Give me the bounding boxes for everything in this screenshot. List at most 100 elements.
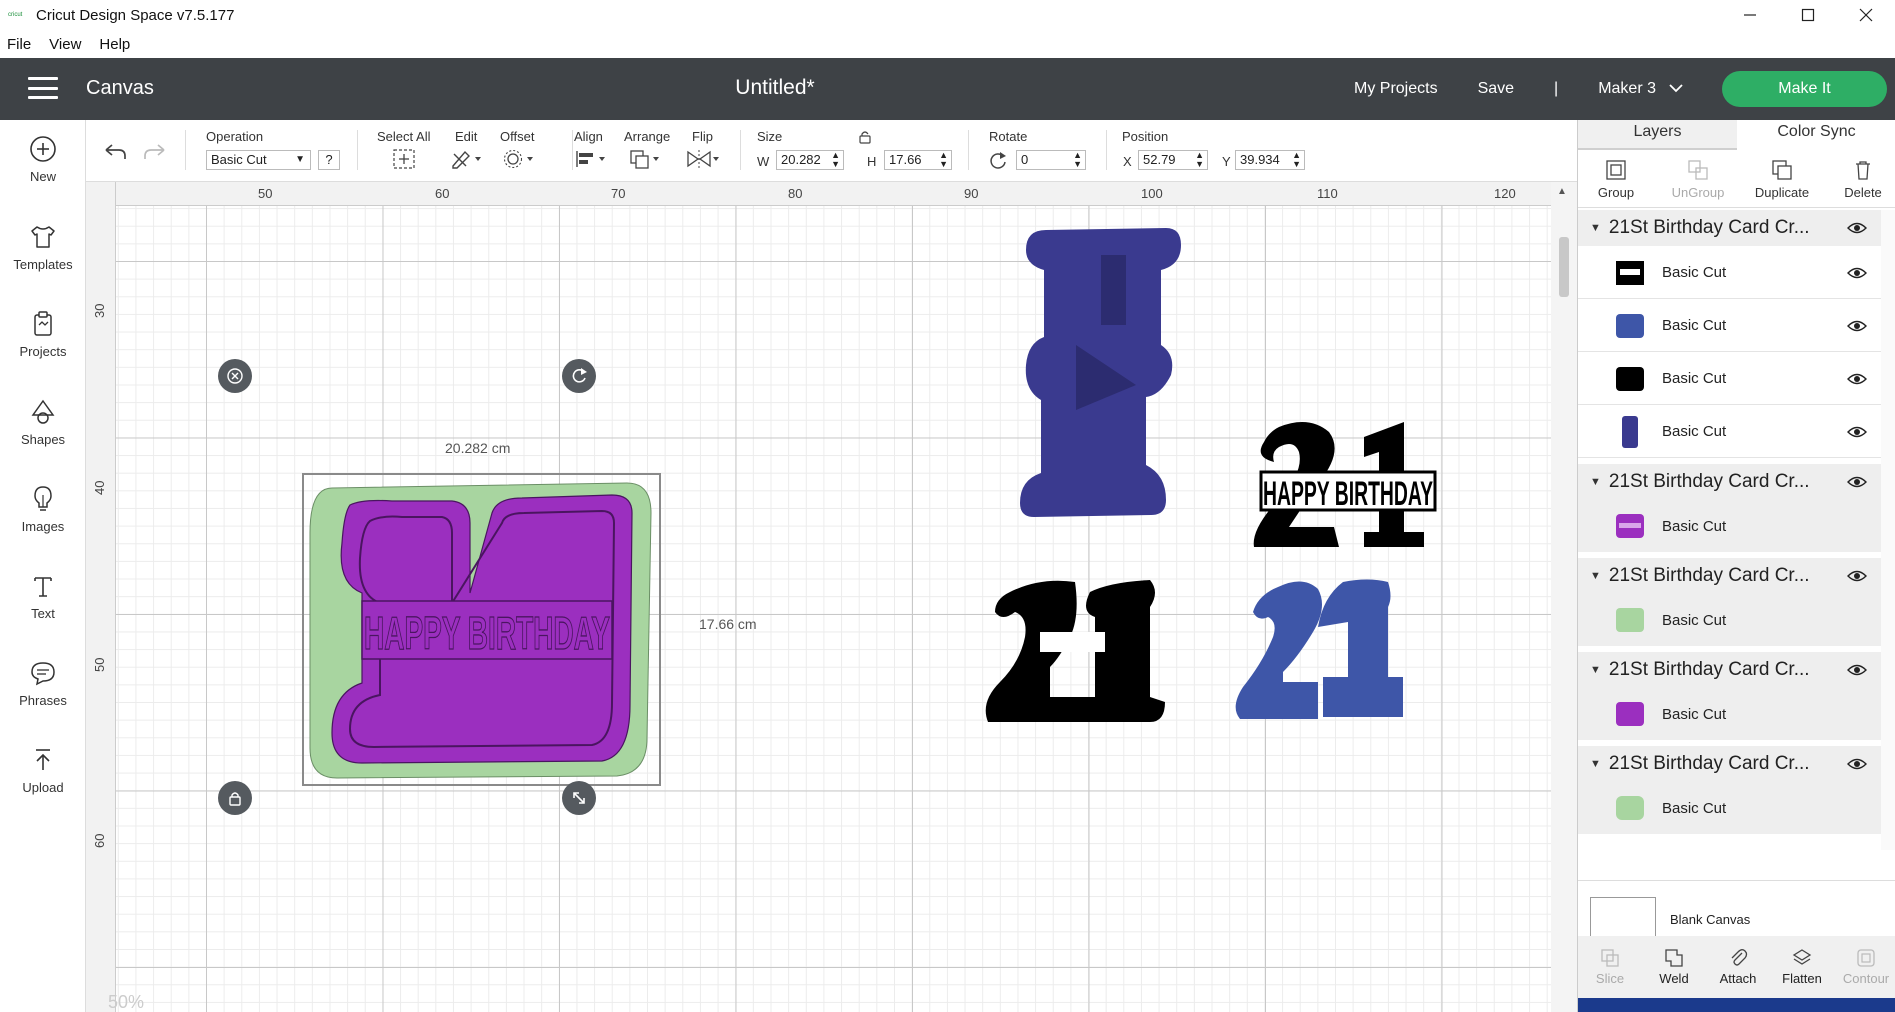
flatten-button[interactable]: Flatten	[1770, 936, 1834, 998]
zoom-level[interactable]: 50%	[108, 992, 144, 1012]
my-projects-link[interactable]: My Projects	[1354, 80, 1438, 98]
layer-group[interactable]: ▼ 21St Birthday Card Cr...	[1578, 210, 1881, 246]
caret-down-icon[interactable]: ▼	[1590, 664, 1601, 676]
eye-icon[interactable]	[1847, 757, 1867, 771]
black-21-layer[interactable]	[980, 577, 1180, 747]
arrange-icon[interactable]	[628, 148, 662, 170]
caret-down-icon[interactable]: ▼	[1590, 570, 1601, 582]
sidebar-item-templates[interactable]: Templates	[0, 222, 86, 302]
tab-layers[interactable]: Layers	[1578, 120, 1737, 150]
stepper-icon[interactable]: ▲ ▼	[831, 151, 840, 169]
menu-view[interactable]: View	[49, 36, 81, 53]
eye-icon[interactable]	[1847, 319, 1867, 333]
ungroup-button[interactable]: UnGroup	[1658, 150, 1738, 208]
eye-icon[interactable]	[1847, 475, 1867, 489]
black-happy-birthday-layer[interactable]: HAPPY BIRTHDAY	[1249, 417, 1449, 567]
stepper-icon[interactable]: ▲ ▼	[1073, 151, 1082, 169]
layer-group[interactable]: ▼ 21St Birthday Card Cr...	[1578, 464, 1881, 500]
sidebar-item-text[interactable]: Text	[0, 571, 86, 651]
layer-item[interactable]: Basic Cut	[1578, 782, 1881, 834]
eye-icon[interactable]	[1847, 663, 1867, 677]
operation-help-button[interactable]: ?	[318, 150, 340, 170]
layer-item[interactable]: Basic Cut	[1578, 500, 1881, 552]
attach-button[interactable]: Attach	[1706, 936, 1770, 998]
contour-button[interactable]: Contour	[1834, 936, 1895, 998]
shirt-icon	[31, 226, 55, 248]
resize-handle[interactable]	[562, 781, 596, 815]
layer-group[interactable]: ▼ 21St Birthday Card Cr...	[1578, 558, 1881, 594]
blank-canvas-row[interactable]: Blank Canvas	[1578, 880, 1895, 941]
operation-select[interactable]: Basic Cut ▼	[206, 150, 311, 170]
eye-icon[interactable]	[1847, 372, 1867, 386]
width-input[interactable]: 20.282 ▲ ▼	[776, 150, 844, 170]
machine-selector[interactable]: Maker 3	[1598, 80, 1688, 98]
canvas-vertical-scrollbar[interactable]: ▲	[1551, 182, 1577, 1012]
weld-button[interactable]: Weld	[1642, 936, 1706, 998]
menu-file[interactable]: File	[7, 36, 31, 53]
sidebar-item-shapes[interactable]: Shapes	[0, 397, 86, 477]
make-it-button[interactable]: Make It	[1722, 71, 1887, 107]
stepper-icon[interactable]: ▲ ▼	[1195, 151, 1204, 169]
stepper-icon[interactable]: ▲ ▼	[939, 151, 948, 169]
menu-help[interactable]: Help	[99, 36, 130, 53]
sidebar-item-upload[interactable]: Upload	[0, 745, 86, 825]
height-input[interactable]: 17.66 ▲ ▼	[884, 150, 952, 170]
eye-icon[interactable]	[1847, 425, 1867, 439]
eye-icon[interactable]	[1847, 221, 1867, 235]
sidebar-item-projects[interactable]: Projects	[0, 309, 86, 389]
offset-icon[interactable]	[502, 148, 536, 170]
scroll-up-icon[interactable]: ▲	[1557, 186, 1567, 197]
y-position-input[interactable]: 39.934 ▲ ▼	[1235, 150, 1305, 170]
layer-group[interactable]: ▼ 21St Birthday Card Cr...	[1578, 652, 1881, 688]
layers-scrollbar[interactable]	[1881, 210, 1895, 850]
eye-icon[interactable]	[1847, 569, 1867, 583]
caret-down-icon[interactable]: ▼	[1590, 758, 1601, 770]
slice-button[interactable]: Slice	[1578, 936, 1642, 998]
layer-item[interactable]: Basic Cut	[1578, 406, 1881, 458]
group-button[interactable]: Group	[1576, 150, 1656, 208]
save-link[interactable]: Save	[1478, 80, 1514, 98]
machine-name: Maker 3	[1598, 80, 1656, 97]
sidebar-item-images[interactable]: Images	[0, 484, 86, 564]
stepper-icon[interactable]: ▲ ▼	[1292, 151, 1301, 169]
chevron-down-icon: ▼	[295, 154, 305, 165]
blue-21-layer[interactable]	[1228, 577, 1428, 747]
caret-down-icon[interactable]: ▼	[1590, 222, 1601, 234]
sidebar-item-phrases[interactable]: Phrases	[0, 658, 86, 738]
caret-down-icon[interactable]: ▼	[1590, 476, 1601, 488]
select-all-label: Select All	[377, 129, 431, 144]
align-icon[interactable]	[574, 148, 608, 170]
canvas-color-swatch[interactable]	[1590, 897, 1656, 941]
flip-icon[interactable]	[686, 148, 722, 170]
sidebar-item-label: Shapes	[20, 432, 66, 447]
lock-proportion-handle[interactable]	[218, 781, 252, 815]
design-canvas[interactable]: 50 60 70 80 90 100 110 120 30 40 50 60 H…	[86, 182, 1577, 1012]
sidebar-item-new[interactable]: New	[0, 134, 86, 214]
layer-item[interactable]: Basic Cut	[1578, 688, 1881, 740]
select-all-icon[interactable]	[392, 148, 416, 170]
attach-label: Attach	[1719, 971, 1757, 986]
layer-group[interactable]: ▼ 21St Birthday Card Cr...	[1578, 746, 1881, 782]
minimize-button[interactable]	[1721, 0, 1779, 30]
delete-selection-handle[interactable]	[218, 359, 252, 393]
tab-color-sync[interactable]: Color Sync	[1737, 120, 1895, 150]
layer-item[interactable]: Basic Cut	[1578, 594, 1881, 646]
layer-item[interactable]: Basic Cut	[1578, 300, 1881, 352]
position-label: Position	[1122, 129, 1169, 144]
edit-tools-icon[interactable]	[450, 148, 484, 170]
lock-ratio-icon[interactable]	[858, 130, 872, 144]
maximize-button[interactable]	[1779, 0, 1837, 30]
eye-icon[interactable]	[1847, 266, 1867, 280]
x-position-input[interactable]: 52.79 ▲ ▼	[1138, 150, 1208, 170]
duplicate-button[interactable]: Duplicate	[1742, 150, 1822, 208]
undo-icon[interactable]	[102, 142, 128, 162]
delete-button[interactable]: Delete	[1823, 150, 1895, 208]
layer-group-name: 21St Birthday Card Cr...	[1608, 217, 1810, 238]
rotate-handle[interactable]	[562, 359, 596, 393]
layer-item[interactable]: Basic Cut	[1578, 247, 1881, 299]
layer-item[interactable]: Basic Cut	[1578, 353, 1881, 405]
close-window-button[interactable]	[1837, 0, 1895, 30]
rotate-input[interactable]: 0 ▲ ▼	[1016, 150, 1086, 170]
slice-icon	[1601, 949, 1619, 967]
scrollbar-thumb[interactable]	[1559, 237, 1569, 297]
